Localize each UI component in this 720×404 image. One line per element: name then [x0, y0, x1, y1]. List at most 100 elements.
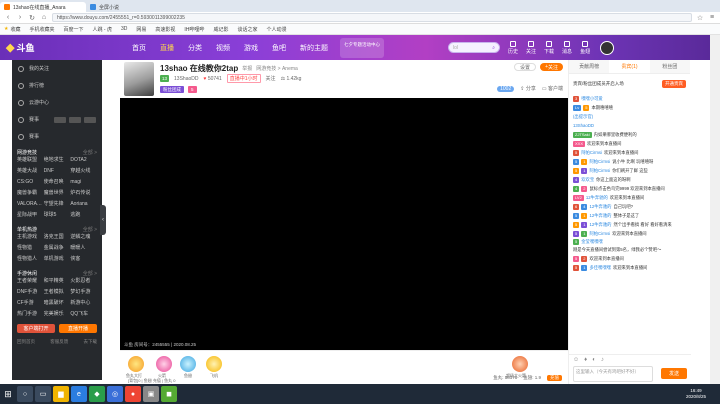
chat-username[interactable]: (出提示官)	[573, 114, 593, 120]
category-item[interactable]: 穿越火线	[70, 167, 97, 175]
promo-banner[interactable]: 七夕专题活动中心	[340, 37, 384, 58]
message-button[interactable]: 消息	[562, 40, 572, 55]
category-item[interactable]: 逆鳞之魂	[70, 233, 97, 241]
bookmark-item[interactable]: 百度一下	[64, 26, 84, 33]
more-link[interactable]: 全部 >	[83, 270, 97, 277]
nav-yuba[interactable]: 鱼吧	[272, 43, 286, 53]
gift-plane-icon[interactable]	[206, 356, 222, 372]
tab-fan-club[interactable]: 粉丝团	[650, 60, 690, 73]
category-item[interactable]: DNF	[44, 167, 71, 175]
nav-video[interactable]: 视频	[216, 43, 230, 53]
bookmark-item[interactable]: 威记影	[213, 26, 228, 33]
chat-username[interactable]: 阿帕Cirmsi	[581, 150, 602, 156]
sidebar-item-cloud[interactable]: 云游中心	[12, 94, 102, 111]
follow-link[interactable]: 关注	[266, 75, 276, 82]
category-item[interactable]: 金属战争	[44, 244, 71, 252]
gift-rocket-icon[interactable]	[156, 356, 172, 372]
category-item[interactable]: 洛克王国	[44, 233, 71, 241]
sidebar-collapse-handle[interactable]: ‹	[100, 205, 106, 235]
nav-games[interactable]: 游戏	[244, 43, 258, 53]
video-player[interactable]: 斗鱼 房间号：2455555 | 2020.08.25	[120, 98, 568, 350]
history-button[interactable]: 历史	[508, 40, 518, 55]
nav-home[interactable]: 首页	[132, 43, 146, 53]
follow-button[interactable]: 关注	[526, 40, 536, 55]
category-item[interactable]: 英雄联盟	[17, 156, 44, 164]
category-item[interactable]: CS:GO	[17, 178, 44, 186]
sidebar-item-events[interactable]: 赛事	[12, 111, 102, 128]
user-avatar[interactable]	[600, 40, 615, 55]
category-item[interactable]: 星际战甲	[17, 211, 44, 219]
menu-icon[interactable]: ≡	[708, 14, 716, 22]
client-button[interactable]: ▭ 客户端	[542, 85, 563, 92]
gift-icon[interactable]: ♦	[584, 357, 587, 363]
chat-username[interactable]: 金莹嘿嘿嘿	[581, 239, 602, 245]
category-item[interactable]: 暗黑破坏	[44, 299, 71, 307]
more-link[interactable]: 全部 >	[83, 226, 97, 233]
anchor-name[interactable]: 13ShaoDD	[174, 76, 198, 82]
home-icon[interactable]: ⌂	[40, 14, 48, 22]
search-icon[interactable]: ○	[17, 386, 33, 402]
footer-link[interactable]: 回到首页	[17, 339, 35, 345]
category-item[interactable]: 主机游戏	[17, 233, 44, 241]
search-icon[interactable]: ⌕	[492, 45, 495, 51]
category-item[interactable]: 怪物猎	[17, 244, 44, 252]
bookmark-item[interactable]: 手机收藏夹	[30, 26, 55, 33]
follow-button[interactable]: + 关注	[540, 63, 563, 71]
chat-input[interactable]: 这里输入（今天有鸡吧好不好）	[573, 366, 653, 382]
category-item[interactable]: 英雄大战	[17, 167, 44, 175]
category-item[interactable]: 暖暖人	[70, 244, 97, 252]
category-item[interactable]: 热门手游	[17, 310, 44, 318]
chat-username[interactable]: 12牛奔驰的	[589, 222, 611, 228]
gift-super-rocket-icon[interactable]	[512, 356, 528, 372]
folder-icon[interactable]: ▆	[53, 386, 69, 402]
task-view-icon[interactable]: ▭	[35, 386, 51, 402]
fans-badge[interactable]: 1002	[497, 85, 515, 92]
category-item[interactable]: 炉石传说	[70, 189, 97, 197]
chat-username[interactable]: 阿帕Cirmsi	[589, 159, 610, 165]
category-item[interactable]: 魔兽争霸	[17, 189, 44, 197]
bookmark-item[interactable]: 网易	[136, 26, 146, 33]
chat-username[interactable]: 欢欢宝	[581, 177, 594, 183]
app-icon[interactable]: ●	[125, 386, 141, 402]
open-client-button[interactable]: 客户端打开	[17, 324, 55, 333]
chat-username[interactable]: 13ShaoDD	[573, 123, 594, 129]
category-item[interactable]: 逃跑	[70, 211, 97, 219]
refresh-icon[interactable]: ↻	[28, 14, 36, 22]
bookmark-item[interactable]: ★ 收藏	[4, 26, 21, 33]
tab-weekly-rank[interactable]: 贡献周榜	[569, 60, 609, 73]
fin-button[interactable]: 鱼翅	[580, 40, 590, 55]
category-item[interactable]: 梦幻手游	[70, 288, 97, 296]
chat-username[interactable]: 多佳嘿嘿嘿	[589, 265, 610, 271]
category-item[interactable]: 绝地求生	[44, 156, 71, 164]
more-link[interactable]: 全部 >	[83, 149, 97, 156]
windows-start-icon[interactable]: ⊞	[0, 384, 16, 404]
category-item[interactable]: DOTA2	[70, 156, 97, 164]
share-button[interactable]: ⇪ 分享	[520, 85, 536, 92]
search-input[interactable]: lol ⌕	[448, 42, 500, 53]
category-item[interactable]: 火影忍者	[70, 277, 97, 285]
category-item[interactable]: 侠客	[70, 255, 97, 263]
report-link[interactable]: 举报	[242, 65, 252, 72]
site-logo[interactable]: ◆ 斗鱼	[0, 35, 70, 60]
system-clock[interactable]: 16:49 2020/8/25	[686, 388, 720, 400]
open-vip-button[interactable]: 开通贵宾	[662, 80, 686, 88]
category-item[interactable]: 怪物猎人	[17, 255, 44, 263]
category-item[interactable]: 单机游戏	[44, 255, 71, 263]
category-breadcrumb[interactable]: 网游竞技 > Anema	[256, 65, 298, 72]
bell-icon[interactable]: ♪	[601, 357, 604, 363]
category-item[interactable]: 守望先锋	[44, 200, 71, 208]
category-item[interactable]: 和平精英	[44, 277, 71, 285]
browser-tab[interactable]: 全屏小说	[86, 2, 166, 12]
chat-username[interactable]: 12牛奔驰的	[589, 204, 611, 210]
send-button[interactable]: 发送	[661, 368, 687, 379]
app-icon[interactable]: ◆	[89, 386, 105, 402]
category-item[interactable]: QQ飞车	[70, 310, 97, 318]
category-item[interactable]: 完美娱乐	[44, 310, 71, 318]
edge-icon[interactable]: e	[71, 386, 87, 402]
recharge-button[interactable]: 充值	[547, 375, 562, 381]
category-item[interactable]: 使命召唤	[44, 178, 71, 186]
forward-icon[interactable]: ›	[16, 14, 24, 22]
category-item[interactable]: VALORA…	[17, 200, 44, 208]
fan-club-badge[interactable]: 粉丝团成	[160, 86, 184, 93]
bookmark-item[interactable]: 个人动漫	[266, 26, 286, 33]
